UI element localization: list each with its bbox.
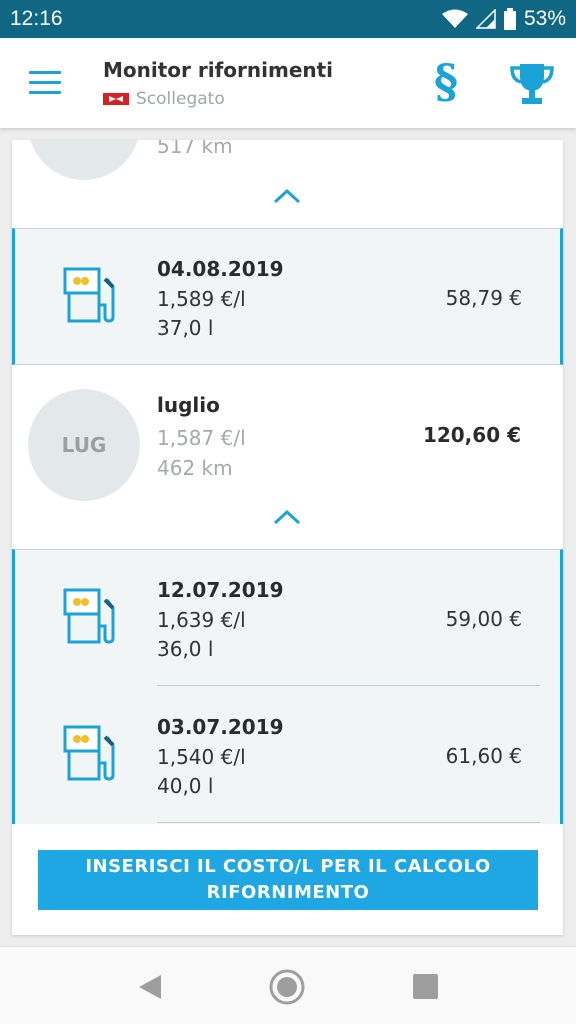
app-bar: Monitor rifornimenti Scollegato § [0,38,576,128]
chevron-up-icon[interactable] [273,188,301,204]
chevron-up-icon[interactable] [273,509,301,525]
section-sign-icon[interactable]: § [425,50,467,112]
divider [157,685,540,686]
month-avatar [28,140,140,180]
month-summary-previous[interactable]: 517 km [12,140,563,228]
refuel-entry[interactable]: 03.07.2019 1,540 €/l 40,0 l 61,60 € [15,687,560,823]
status-time: 12:16 [10,7,63,30]
enter-cost-per-liter-button[interactable]: INSERISCI IL COSTO/L PER IL CALCOLO RIFO… [38,850,538,910]
refuel-group-july: 12.07.2019 1,639 €/l 36,0 l 59,00 € 03.0… [12,549,563,849]
fuel-pump-icon [63,725,115,781]
trophy-icon[interactable] [508,60,556,110]
month-distance: 462 km [157,456,233,480]
refuel-group-august: 04.08.2019 1,589 €/l 37,0 l 58,79 € [12,228,563,365]
menu-icon-bar [29,80,61,84]
month-summary-july[interactable]: LUG luglio 1,587 €/l 462 km 120,60 € [12,365,563,549]
recent-apps-icon[interactable] [413,974,438,999]
status-icons: 53% [441,7,566,31]
entry-date: 12.07.2019 [157,578,284,602]
entry-cost: 58,79 € [445,286,522,310]
page-title: Monitor rifornimenti [103,58,334,82]
refuel-entry[interactable]: 04.08.2019 1,589 €/l 37,0 l 58,79 € [15,229,560,365]
month-distance: 517 km [157,140,233,158]
status-bar: 12:16 53% [0,0,576,38]
entry-cost: 59,00 € [445,607,522,631]
entry-cost: 61,60 € [445,744,522,768]
menu-icon-bar [29,70,61,74]
bottom-action-area: INSERISCI IL COSTO/L PER IL CALCOLO RIFO… [12,824,563,935]
fuel-pump-icon [63,588,115,644]
fuel-pump-icon [63,267,115,323]
divider [157,822,540,823]
entry-liters: 37,0 l [157,316,214,340]
month-avg-price: 1,587 €/l [157,426,246,450]
entry-price-per-liter: 1,540 €/l [157,745,246,769]
entry-date: 03.07.2019 [157,715,284,739]
menu-button[interactable] [22,62,68,102]
battery-percent: 53% [523,7,566,30]
month-name: luglio [157,393,220,417]
menu-icon-bar [29,90,61,94]
system-navigation-bar [0,946,576,1024]
entry-liters: 36,0 l [157,637,214,661]
back-icon[interactable] [137,973,163,1001]
entry-date: 04.08.2019 [157,257,284,281]
disconnected-icon [103,93,129,105]
refuel-entry[interactable]: 12.07.2019 1,639 €/l 36,0 l 59,00 € [15,550,560,686]
month-total: 120,60 € [422,423,521,447]
wifi-icon [441,9,468,28]
connection-status: Scollegato [103,89,225,109]
home-icon[interactable] [269,969,305,1005]
connection-status-label: Scollegato [136,89,225,109]
signal-icon [475,9,496,29]
entry-liters: 40,0 l [157,774,214,798]
entry-price-per-liter: 1,589 €/l [157,287,246,311]
refuel-list[interactable]: 517 km 04.08.2019 1,589 €/l 37,0 l 58,79… [12,140,563,935]
entry-price-per-liter: 1,639 €/l [157,608,246,632]
month-avatar: LUG [28,389,140,501]
battery-icon [503,8,516,30]
